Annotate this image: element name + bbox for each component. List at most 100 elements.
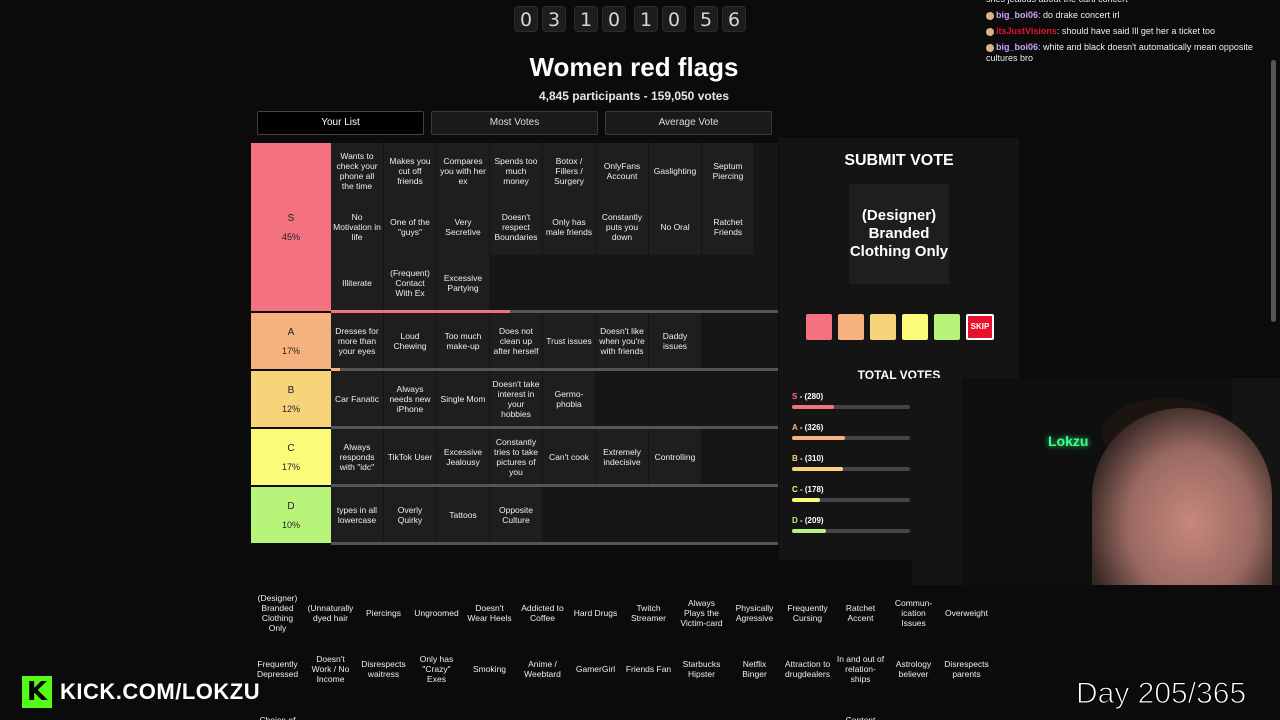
pool-item[interactable]: Physically Agressive — [728, 585, 781, 641]
tier-item[interactable]: Gaslighting — [649, 143, 702, 199]
tier-item[interactable]: TikTok User — [384, 429, 437, 485]
pool-item[interactable]: Addicted to Coffee — [516, 585, 569, 641]
tier-item[interactable]: Spends too much money — [490, 143, 543, 199]
tier-item[interactable]: Single Mom — [437, 371, 490, 427]
pool-item[interactable]: Ratchet Accent — [834, 585, 887, 641]
pool-item[interactable]: Disrespects — [728, 697, 781, 720]
pool-item[interactable]: Always Plays the Victim-card — [675, 585, 728, 641]
pool-item[interactable]: In and out of relation-ships — [834, 641, 887, 697]
vote-s-button[interactable] — [806, 314, 832, 340]
tier-item[interactable]: Doesn't respect Boundaries — [490, 199, 543, 255]
pool-item[interactable]: Only has "Crazy" Exes — [410, 641, 463, 697]
tier-item[interactable]: Tattoos — [437, 487, 490, 543]
pool-item[interactable]: Attraction to drugdealers — [781, 641, 834, 697]
pool-item[interactable]: (Unnaturally dyed hair — [304, 585, 357, 641]
tier-item[interactable]: Always responds with "idc" — [331, 429, 384, 485]
vote-c-button[interactable] — [902, 314, 928, 340]
tier-item[interactable]: Only has male friends — [543, 199, 596, 255]
tier-item[interactable]: Makes you cut off friends — [384, 143, 437, 199]
total-text: D - (209) — [792, 516, 912, 525]
tier-item[interactable]: One of the "guys" — [384, 199, 437, 255]
pool-item[interactable]: Disrespects parents — [940, 641, 993, 697]
tier-item[interactable]: Septum Piercing — [702, 143, 755, 199]
pool-item[interactable]: Astrology believer — [887, 641, 940, 697]
pool-item[interactable]: Piercings — [357, 585, 410, 641]
pool-item[interactable]: 10+ Body — [516, 697, 569, 720]
tier-item[interactable]: Very Secretive — [437, 199, 490, 255]
tier-item[interactable]: Extremely indecisive — [596, 429, 649, 485]
pool-item[interactable]: Feminist — [887, 697, 940, 720]
tier-item[interactable]: Car Fanatic — [331, 371, 384, 427]
tier-item[interactable]: Illiterate — [331, 255, 384, 311]
tab-most-votes[interactable]: Most Votes — [431, 111, 598, 135]
pool-item[interactable]: Smoking — [463, 641, 516, 697]
tier-item[interactable]: No Motivation in life — [331, 199, 384, 255]
tier-item[interactable]: Constantly tries to take pictures of you — [490, 429, 543, 485]
vote-b-button[interactable] — [870, 314, 896, 340]
pool-item[interactable]: Doesn't Wear Heels — [463, 585, 516, 641]
chat-scrollbar[interactable] — [1271, 60, 1276, 322]
tier-item[interactable]: Doesn't like when you're with friends — [596, 313, 649, 369]
tier-item[interactable]: Trust issues — [543, 313, 596, 369]
pool-item[interactable]: Twitch Streamer — [622, 585, 675, 641]
tier-item[interactable]: Germo-phobia — [543, 371, 596, 427]
tier-item[interactable]: Doesn't take interest in your hobbies — [490, 371, 543, 427]
tier-item[interactable]: Constantly puts you down — [596, 199, 649, 255]
pool-item[interactable]: Content Creator — [834, 697, 887, 720]
tab-average-vote[interactable]: Average Vote — [605, 111, 772, 135]
pool-item[interactable]: Netflix Binger — [728, 641, 781, 697]
tier-item[interactable]: Compares you with her ex — [437, 143, 490, 199]
tier-item[interactable]: Opposite Culture — [490, 487, 543, 543]
pool-item[interactable]: Makes — [781, 697, 834, 720]
tier-item[interactable]: OnlyFans Account — [596, 143, 649, 199]
tier-item[interactable]: Overly Quirky — [384, 487, 437, 543]
tier-item[interactable]: Excessive Partying — [437, 255, 490, 311]
tier-item[interactable]: Dresses for more than your eyes — [331, 313, 384, 369]
tier-item[interactable]: (Frequent) Contact With Ex — [384, 255, 437, 311]
pool-item[interactable]: Hard Drugs — [569, 585, 622, 641]
pool-item[interactable]: Part of a — [304, 697, 357, 720]
tier-label: B 12% — [251, 371, 331, 427]
tier-item[interactable]: Daddy issues — [649, 313, 702, 369]
pool-item[interactable]: K-Pop Stan — [569, 697, 622, 720]
pool-item[interactable]: GamerGirl — [569, 641, 622, 697]
pool-item[interactable]: Disrespects waitress — [357, 641, 410, 697]
pool-item[interactable]: Sub Par — [622, 697, 675, 720]
tier-item[interactable]: Always needs new iPhone — [384, 371, 437, 427]
chat-username[interactable]: big_boi06 — [996, 10, 1038, 20]
tier-item[interactable]: Botox / Fillers / Surgery — [543, 143, 596, 199]
pool-item[interactable]: Frequently Cursing — [781, 585, 834, 641]
tier-item[interactable]: Wants to check your phone all the time — [331, 143, 384, 199]
pool-item[interactable]: Overweight — [940, 585, 993, 641]
tab-your-list[interactable]: Your List — [257, 111, 424, 135]
chat-username[interactable]: itsJustVisions — [996, 26, 1057, 36]
pool-item[interactable]: Friends Fan — [622, 641, 675, 697]
kick-url: KICK.COM/LOKZU — [60, 679, 261, 704]
pool-item[interactable]: Commun-ication Issues — [887, 585, 940, 641]
pool-item[interactable]: Doesn't Work / No Income — [304, 641, 357, 697]
pool-item[interactable]: Ungroomed — [410, 585, 463, 641]
vote-a-button[interactable] — [838, 314, 864, 340]
tier-item[interactable]: Loud Chewing — [384, 313, 437, 369]
tier-item[interactable]: Too much make-up — [437, 313, 490, 369]
pool-item[interactable]: Gender — [357, 697, 410, 720]
pool-item[interactable]: Uneducated — [463, 697, 516, 720]
tier-item[interactable]: Can't cook — [543, 429, 596, 485]
tier-item[interactable]: Does not clean up after herself — [490, 313, 543, 369]
pool-item[interactable]: Extreme — [940, 697, 993, 720]
tier-item[interactable]: No Oral — [649, 199, 702, 255]
pool-item[interactable]: Anime / Weebtard — [516, 641, 569, 697]
tier-item[interactable]: Controlling — [649, 429, 702, 485]
pool-item[interactable]: Gold — [675, 697, 728, 720]
chat-username[interactable]: big_boi06 — [996, 42, 1038, 52]
tier-item[interactable]: Ratchet Friends — [702, 199, 755, 255]
skip-button[interactable]: SKIP — [966, 314, 994, 340]
candidate-card[interactable]: (Designer) Branded Clothing Only — [849, 184, 949, 284]
pool-item[interactable]: (Designer) Branded Clothing Only — [251, 585, 304, 641]
vote-d-button[interactable] — [934, 314, 960, 340]
pool-item[interactable]: Gambling — [410, 697, 463, 720]
tier-percent: 10% — [281, 519, 300, 530]
tier-item[interactable]: types in all lowercase — [331, 487, 384, 543]
pool-item[interactable]: Starbucks Hipster — [675, 641, 728, 697]
tier-item[interactable]: Excessive Jealousy — [437, 429, 490, 485]
